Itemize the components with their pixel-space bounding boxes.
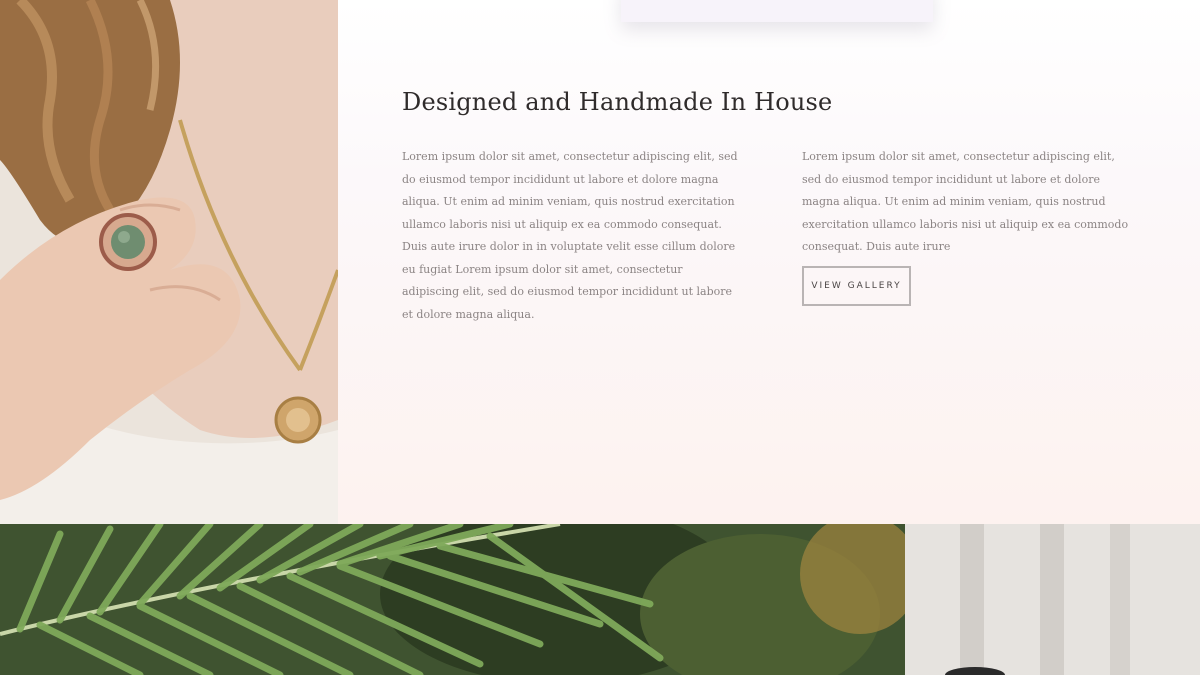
description-right: Lorem ipsum dolor sit amet, consectetur … (802, 150, 1129, 253)
content-section: Designed and Handmade In House Lorem ips… (338, 0, 1200, 524)
section-heading: Designed and Handmade In House (402, 88, 833, 116)
jewelry-photo (0, 0, 338, 524)
description-left: Lorem ipsum dolor sit amet, consectetur … (402, 150, 738, 321)
palm-garden-photo (0, 524, 1200, 675)
view-gallery-button[interactable]: VIEW GALLERY (802, 266, 911, 306)
floating-card (621, 0, 933, 22)
